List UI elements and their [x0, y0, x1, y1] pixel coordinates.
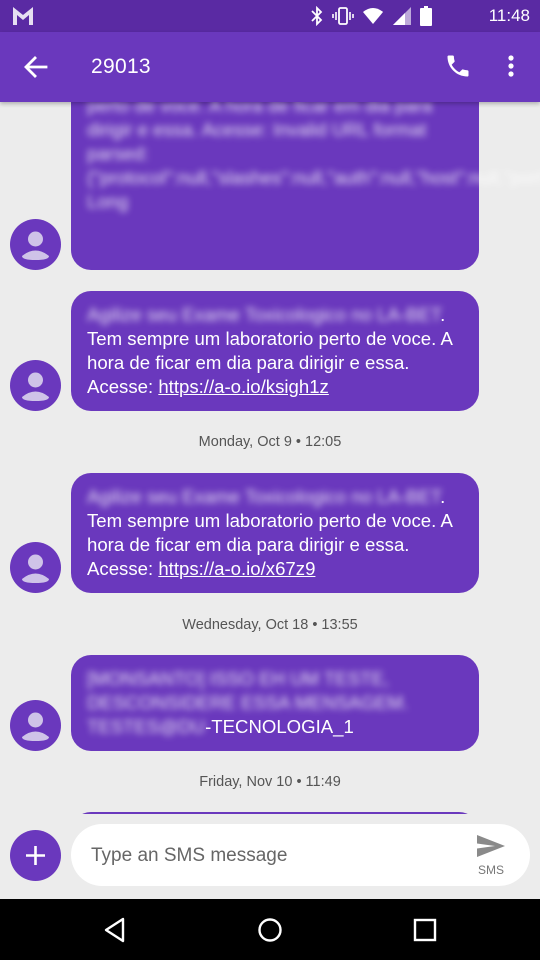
timestamp-divider: Wednesday, Oct 18 • 13:55	[182, 617, 358, 633]
timestamp-divider: Monday, Oct 9 • 12:05	[198, 434, 342, 450]
message-bubble[interactable]: perto de voce. A hora de ficar em dia pa…	[71, 102, 540, 270]
person-icon	[22, 231, 49, 260]
signal-icon	[393, 7, 411, 25]
message-link[interactable]: https://a-o.io/x67z9	[158, 558, 315, 579]
plus-icon	[26, 846, 45, 865]
send-sms-button[interactable]: SMS	[470, 833, 512, 877]
person-icon	[22, 554, 49, 583]
avatar[interactable]	[10, 700, 61, 751]
more-options-icon[interactable]	[499, 52, 523, 80]
avatar[interactable]	[10, 542, 61, 593]
add-attachment-button[interactable]	[10, 830, 61, 881]
message-bubble[interactable]: Agilize seu Exame Toxicologico no LA-BET…	[71, 291, 479, 411]
wifi-icon	[363, 8, 383, 24]
vibrate-icon	[332, 7, 354, 25]
compose-bar: SMS	[71, 824, 530, 886]
conversation-list[interactable]: perto de voce. A hora de ficar em dia pa…	[0, 102, 540, 814]
status-time: 11:48	[488, 6, 530, 25]
nav-back-icon[interactable]	[101, 916, 129, 944]
message-bubble[interactable]	[71, 812, 479, 814]
status-icons	[310, 6, 432, 26]
phone-call-icon[interactable]	[444, 52, 472, 80]
message-text-blurred: Agilize seu Exame Toxicologico no LA-BET	[87, 486, 441, 507]
message-bubble[interactable]: Agilize seu Exame Toxicologico no LA-BET…	[71, 473, 479, 593]
battery-icon	[420, 6, 432, 26]
message-bubble[interactable]: [MONSANTO] ISSO EH UM TESTE, DESCONSIDER…	[71, 655, 479, 751]
send-sms-label: SMS	[477, 863, 504, 877]
message-text-blurred: perto de voce. A hora de ficar em dia pa…	[87, 102, 540, 212]
avatar[interactable]	[10, 360, 61, 411]
app-logo-icon	[13, 7, 33, 25]
send-icon	[477, 835, 505, 857]
back-arrow-icon[interactable]	[22, 53, 50, 81]
status-bar: 11:48	[0, 0, 540, 32]
sms-message-input[interactable]	[89, 840, 463, 872]
bluetooth-icon	[311, 6, 323, 26]
app-bar: 29013	[0, 32, 540, 102]
navigation-bar	[0, 899, 540, 960]
nav-home-icon[interactable]	[256, 916, 284, 944]
person-icon	[22, 712, 49, 741]
nav-recents-icon[interactable]	[411, 916, 439, 944]
avatar[interactable]	[10, 219, 61, 270]
conversation-title: 29013	[91, 55, 151, 78]
message-text: -TECNOLOGIA_1	[205, 716, 354, 737]
message-text-blurred: Agilize seu Exame Toxicologico no LA-BET	[87, 304, 441, 325]
person-icon	[22, 372, 49, 401]
timestamp-divider: Friday, Nov 10 • 11:49	[199, 774, 341, 790]
message-link[interactable]: https://a-o.io/ksigh1z	[158, 376, 329, 397]
